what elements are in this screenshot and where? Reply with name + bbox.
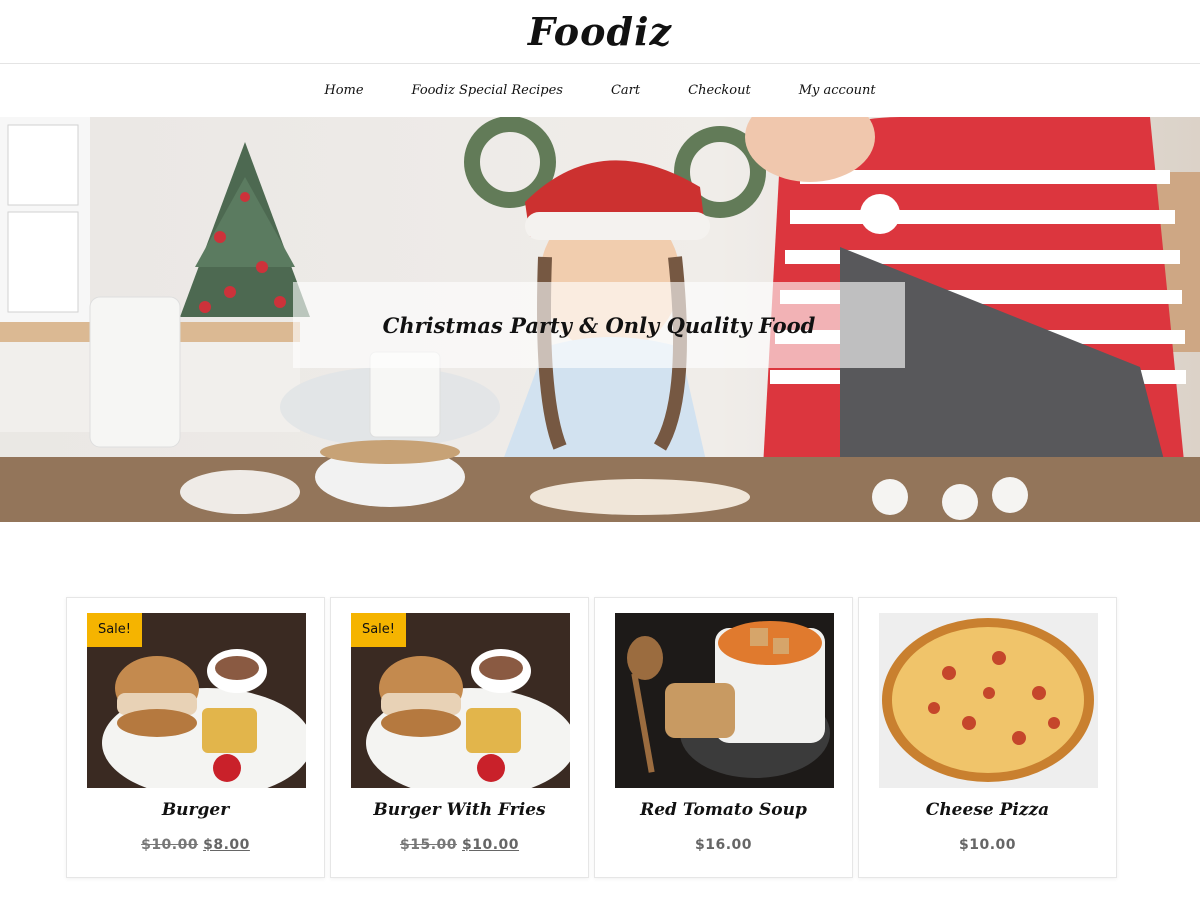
product-card-red-tomato-soup[interactable]: Red Tomato Soup $16.00 — [594, 597, 853, 878]
nav-item-home[interactable]: Home — [324, 83, 363, 98]
hero-caption: Christmas Party & Only Quality Food — [382, 312, 816, 338]
regular-price: $10.00 — [141, 837, 199, 853]
hero-banner: Christmas Party & Only Quality Food — [0, 117, 1200, 522]
main-nav: Home Foodiz Special Recipes Cart Checkou… — [0, 64, 1200, 116]
nav-item-cart[interactable]: Cart — [611, 83, 640, 98]
product-price: $10.00 — [958, 837, 1017, 853]
nav-item-special-recipes[interactable]: Foodiz Special Recipes — [412, 83, 563, 98]
product-price: $16.00 — [694, 837, 753, 853]
product-name[interactable]: Red Tomato Soup — [595, 800, 852, 820]
product-card-burger-with-fries[interactable]: Sale! Burger With Fries $15.00 $10.00 — [330, 597, 589, 878]
product-name[interactable]: Burger — [67, 800, 324, 820]
product-card-cheese-pizza[interactable]: Cheese Pizza $10.00 — [858, 597, 1117, 878]
nav-item-my-account[interactable]: My account — [799, 83, 876, 98]
product-card-burger[interactable]: Sale! Burger $10.00 $8.00 — [66, 597, 325, 878]
product-image-cheese-pizza[interactable] — [879, 613, 1098, 788]
sale-price: $10.00 — [462, 837, 520, 853]
product-name[interactable]: Cheese Pizza — [859, 800, 1116, 820]
nav-item-checkout[interactable]: Checkout — [688, 83, 751, 98]
product-price: $15.00 $10.00 — [331, 837, 588, 853]
regular-price: $15.00 — [399, 837, 457, 853]
hero-caption-box: Christmas Party & Only Quality Food — [293, 282, 905, 368]
site-title[interactable]: Foodiz — [528, 0, 672, 64]
product-name[interactable]: Burger With Fries — [331, 800, 588, 820]
sale-badge: Sale! — [351, 613, 406, 647]
product-image-red-tomato-soup[interactable] — [615, 613, 834, 788]
site-header: Foodiz — [0, 0, 1200, 64]
product-grid: Sale! Burger $10.00 $8.00 Sale! Burger Wi… — [66, 597, 1117, 878]
sale-badge: Sale! — [87, 613, 142, 647]
sale-price: $8.00 — [203, 837, 250, 853]
product-price: $10.00 $8.00 — [67, 837, 324, 853]
